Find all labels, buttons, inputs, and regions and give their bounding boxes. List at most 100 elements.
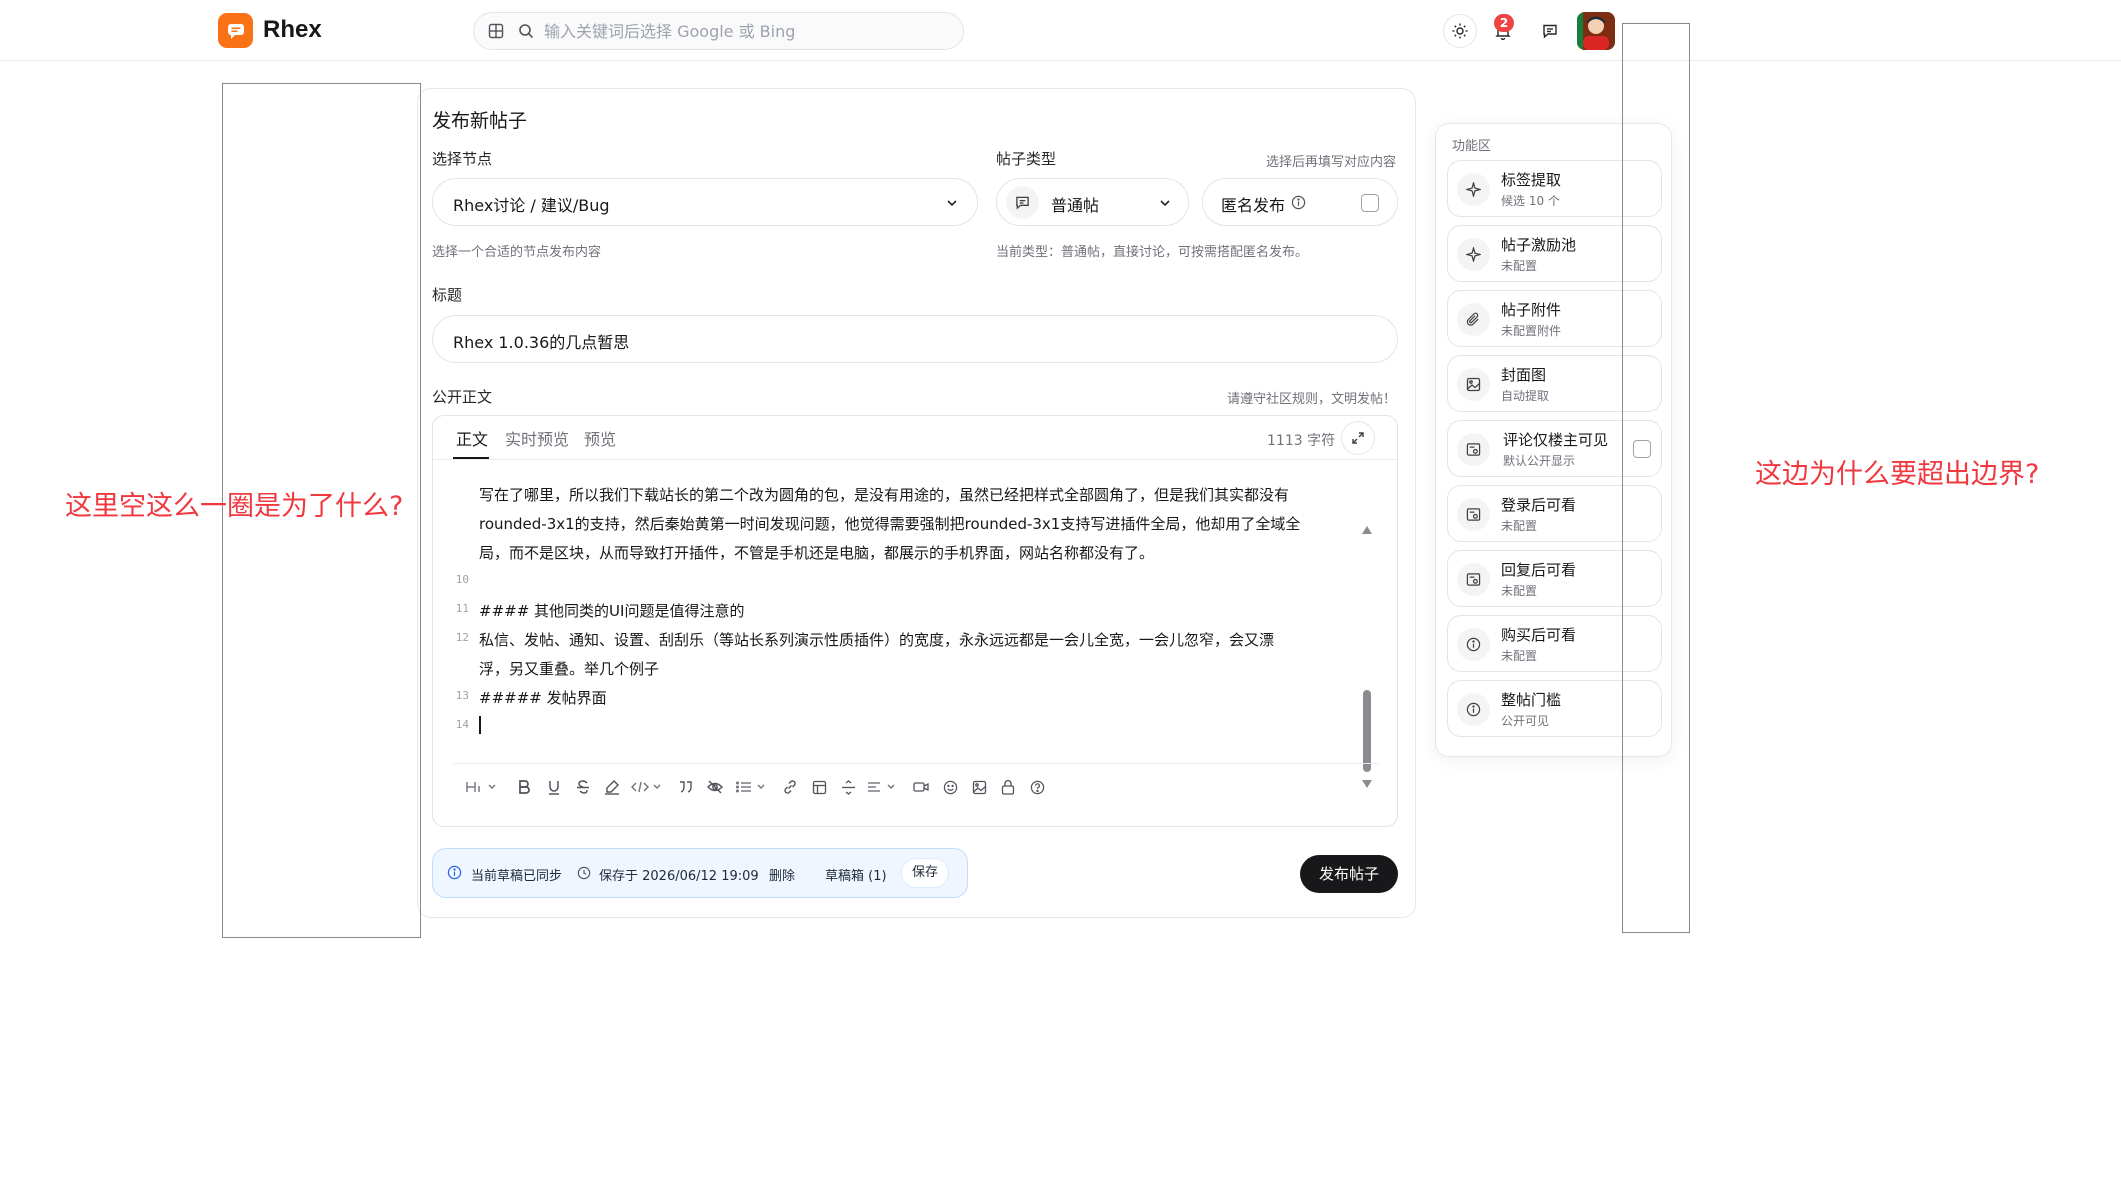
panel-item-sub: 自动提取: [1501, 389, 1550, 403]
search-input[interactable]: [544, 18, 944, 44]
node-select-value: Rhex讨论 / 建议/Bug: [453, 196, 610, 215]
brand-name[interactable]: Rhex: [263, 16, 322, 44]
panel-item-sub: 公开可见: [1501, 714, 1550, 728]
chat-icon: [1543, 24, 1557, 39]
tab-preview[interactable]: 预览: [584, 426, 616, 450]
code-line: ##### 发帖界面: [479, 689, 607, 707]
panel-item-sub: 未配置: [1501, 584, 1538, 598]
title-input-value: Rhex 1.0.36的几点暂思: [453, 333, 630, 352]
panel-item-sub: 默认公开显示: [1503, 454, 1576, 468]
link-icon[interactable]: [779, 776, 801, 798]
anonymous-label: 匿名发布: [1221, 196, 1286, 215]
info-icon: [1457, 628, 1490, 661]
eye-card-icon: [1457, 498, 1490, 531]
body-rule-hint: 请遵守社区规则，文明发帖！: [1227, 392, 1397, 407]
panel-item-name: 整帖门槛: [1501, 691, 1562, 709]
title-input[interactable]: Rhex 1.0.36的几点暂思: [432, 315, 1398, 363]
line-number: 12: [455, 631, 469, 644]
page-title: 发布新帖子: [432, 110, 528, 132]
info-icon[interactable]: [1291, 195, 1306, 214]
draft-status-bar: 当前草稿已同步 保存于 2026/06/12 19:09 删除 草稿箱 (1) …: [432, 848, 968, 898]
info-icon: [1457, 693, 1490, 726]
scroll-up-arrow[interactable]: [1362, 526, 1372, 534]
anonymous-toggle[interactable]: 匿名发布: [1202, 178, 1398, 226]
draft-saved-time: 保存于 2026/06/12 19:09: [599, 869, 759, 884]
help-icon[interactable]: [1026, 776, 1048, 798]
code-line: #### 其他同类的UI问题是值得注意的: [479, 602, 745, 620]
line-number: 14: [455, 718, 469, 731]
avatar[interactable]: [1577, 12, 1615, 50]
image-icon: [1457, 368, 1490, 401]
editor-toolbar: [453, 763, 1379, 807]
annotation-box-right: [1622, 23, 1690, 933]
top-bar: Rhex 2: [0, 0, 2121, 61]
annotation-text-left: 这里空这么一圈是为了什么?: [65, 491, 404, 522]
annotation-text-right: 这边为什么要超出边界?: [1755, 459, 2040, 490]
panel-item-name: 购买后可看: [1501, 626, 1577, 644]
search-bar[interactable]: [473, 12, 964, 50]
expand-icon: [1352, 432, 1364, 444]
image-icon[interactable]: [968, 776, 990, 798]
expand-button[interactable]: [1341, 421, 1375, 455]
active-tab-indicator: [453, 457, 489, 459]
code-icon[interactable]: [631, 776, 665, 798]
text-caret: [479, 716, 481, 734]
sun-icon: [1452, 23, 1468, 39]
theme-toggle-button[interactable]: [1443, 14, 1477, 48]
panel-item-name: 评论仅楼主可见: [1503, 431, 1609, 449]
node-select[interactable]: Rhex讨论 / 建议/Bug: [432, 178, 978, 226]
table-icon[interactable]: [808, 776, 830, 798]
char-count: 1113 字符: [1267, 433, 1336, 449]
strikethrough-icon[interactable]: [572, 776, 594, 798]
info-icon: [447, 865, 462, 884]
list-icon[interactable]: [736, 776, 770, 798]
save-draft-button[interactable]: 保存: [901, 858, 950, 888]
code-line: 局，而不是区块，从而导致打开插件，不管是手机还是电脑，都展示的手机界面，网站名称…: [479, 544, 1155, 562]
panel-item-sub: 未配置: [1501, 519, 1538, 533]
markdown-editor: 正文 实时预览 预览 1113 字符 写在了哪里，所以我们下载站长的第二个改为圆…: [432, 415, 1398, 827]
post-type-hint: 当前类型：普通帖，直接讨论，可按需搭配匿名发布。: [996, 245, 1309, 260]
tab-body[interactable]: 正文: [456, 426, 488, 450]
emoji-icon[interactable]: [939, 776, 961, 798]
panel-item-name: 封面图: [1501, 366, 1547, 384]
code-line: 浮，另又重叠。举几个例子: [479, 660, 660, 678]
highlight-icon[interactable]: [601, 776, 623, 798]
chevron-down-icon: [945, 195, 959, 214]
eye-card-icon: [1457, 433, 1490, 466]
delete-draft-button[interactable]: 删除: [769, 865, 795, 884]
anonymous-checkbox[interactable]: [1361, 194, 1379, 212]
chevron-down-icon: [1158, 195, 1172, 214]
panel-item-name: 登录后可看: [1501, 496, 1577, 514]
editor-tabs: 正文 实时预览 预览 1113 字符: [433, 416, 1397, 460]
heading-icon[interactable]: [463, 776, 501, 798]
body-label: 公开正文: [432, 388, 493, 406]
underline-icon[interactable]: [543, 776, 565, 798]
message-square-icon: [1006, 186, 1039, 219]
messages-button[interactable]: [1533, 14, 1567, 48]
clock-icon: [577, 865, 591, 884]
panel-item-sub: 候选 10 个: [1501, 194, 1560, 208]
lock-icon[interactable]: [997, 776, 1019, 798]
drafts-box-button[interactable]: 草稿箱 (1): [825, 865, 887, 884]
hide-icon[interactable]: [704, 776, 726, 798]
tab-live-preview[interactable]: 实时预览: [505, 426, 569, 450]
quote-icon[interactable]: [675, 776, 697, 798]
paperclip-icon: [1457, 303, 1490, 336]
panel-item-sub: 未配置: [1501, 259, 1538, 273]
panel-item-name: 帖子附件: [1501, 301, 1562, 319]
logo-icon[interactable]: [218, 13, 253, 48]
align-icon[interactable]: [867, 776, 901, 798]
editor-content[interactable]: 写在了哪里，所以我们下载站长的第二个改为圆角的包，是没有用途的，虽然已经把样式全…: [433, 464, 1397, 788]
post-type-select[interactable]: 普通帖: [996, 178, 1189, 226]
divider-icon[interactable]: [837, 776, 859, 798]
panel-item-name: 标签提取: [1501, 171, 1562, 189]
code-line: rounded-3x1的支持，然后秦始黄第一时间发现问题，他觉得需要强制把rou…: [479, 515, 1301, 533]
node-hint: 选择一个合适的节点发布内容: [432, 245, 602, 260]
bold-icon[interactable]: [513, 776, 535, 798]
grid-icon[interactable]: [488, 23, 504, 43]
publish-button[interactable]: 发布帖子: [1300, 855, 1398, 893]
panel-item-sub: 未配置: [1501, 649, 1538, 663]
video-icon[interactable]: [910, 776, 932, 798]
node-label: 选择节点: [432, 150, 493, 168]
editor-scrollbar[interactable]: [1363, 690, 1371, 772]
